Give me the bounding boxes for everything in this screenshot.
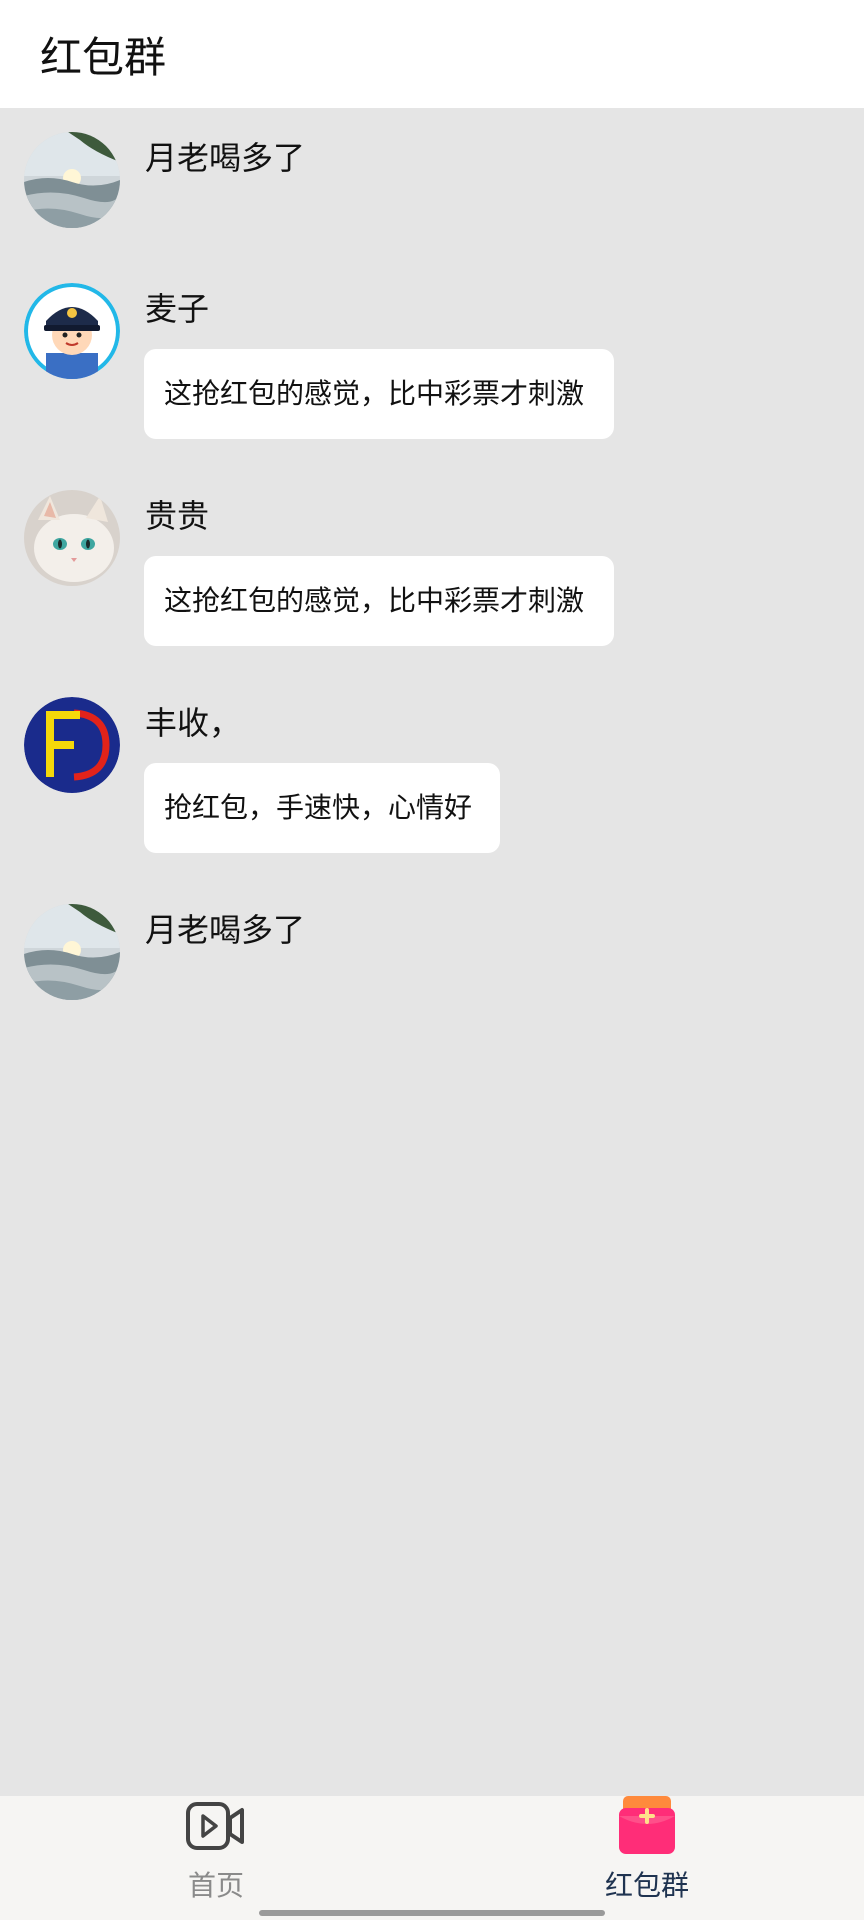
- message-bubble[interactable]: 这抢红包的感觉，比中彩票才刺激: [144, 556, 614, 646]
- police-cartoon-avatar[interactable]: [24, 283, 120, 379]
- landscape-avatar[interactable]: [24, 904, 120, 1000]
- fd-logo-avatar[interactable]: [24, 697, 120, 793]
- sender-name: 丰收，: [145, 704, 242, 742]
- sender-name: 麦子: [145, 290, 210, 328]
- sender-name: 月老喝多了: [145, 139, 306, 177]
- landscape-avatar[interactable]: [24, 132, 120, 228]
- red-envelope-group-screen: 红包群 月老喝多了 麦子 这抢红包的感觉，比中彩票才刺激 贵贵 这抢红包的感觉，…: [0, 0, 864, 1920]
- video-camera-icon: [186, 1796, 246, 1856]
- bottom-tab-bar: 首页 红包群: [0, 1796, 864, 1920]
- red-envelope-icon: [617, 1796, 677, 1856]
- message-bubble[interactable]: 这抢红包的感觉，比中彩票才刺激: [144, 349, 614, 439]
- message-bubble[interactable]: 抢红包，手速快，心情好: [144, 763, 500, 853]
- sender-name: 贵贵: [145, 497, 210, 535]
- white-cat-avatar[interactable]: [24, 490, 120, 586]
- tab-red-envelope-group-label: 红包群: [604, 1869, 689, 1902]
- top-bar: 红包群: [0, 0, 864, 108]
- sender-name: 月老喝多了: [145, 911, 306, 949]
- tab-red-envelope-group[interactable]: 红包群: [587, 1796, 707, 1920]
- tab-home[interactable]: 首页: [156, 1796, 276, 1920]
- tab-home-label: 首页: [187, 1869, 244, 1902]
- home-indicator[interactable]: [259, 1910, 605, 1916]
- page-title: 红包群: [40, 33, 167, 82]
